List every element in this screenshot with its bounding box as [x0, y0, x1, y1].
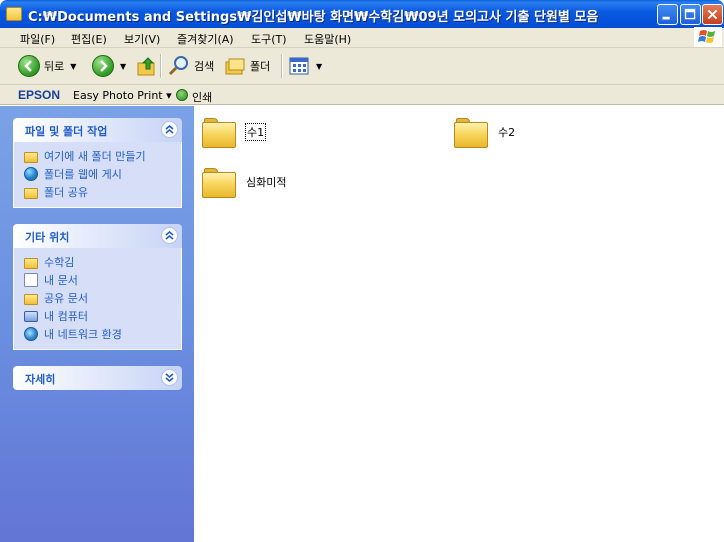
search-label: 검색 [194, 60, 215, 73]
double-chevron-up-icon [165, 125, 174, 134]
panel-header[interactable]: 파일 및 폴더 작업 [13, 118, 182, 142]
title-bar: C:₩Documents and Settings₩김인섭₩바탕 화면₩수학김₩… [0, 0, 724, 30]
folder-name: 수2 [498, 126, 516, 139]
search-button[interactable]: 검색 [168, 53, 214, 79]
chevron-down-icon[interactable]: ▼ [70, 62, 76, 71]
folder-item[interactable]: 심화미적 [202, 166, 286, 198]
other-places-panel: 기타 위치 수학김 내 문서 공유 문서 내 컴퓨터 내 네트워크 환경 [13, 224, 182, 350]
my-documents-icon [24, 273, 38, 287]
close-button[interactable] [702, 4, 723, 25]
new-folder-link[interactable]: 여기에 새 폴더 만들기 [24, 147, 181, 165]
forward-button[interactable]: ▼ [92, 53, 126, 79]
windows-logo [694, 27, 722, 47]
details-panel: 자세히 [13, 366, 182, 390]
panel-body: 수학김 내 문서 공유 문서 내 컴퓨터 내 네트워크 환경 [13, 248, 182, 350]
maximize-button[interactable] [680, 4, 701, 25]
window-title: C:₩Documents and Settings₩김인섭₩바탕 화면₩수학김₩… [28, 10, 599, 25]
folder-item[interactable]: 수1 [202, 116, 267, 148]
expand-button[interactable] [161, 369, 178, 386]
minimize-button[interactable] [657, 4, 678, 25]
my-computer-icon [24, 310, 38, 322]
new-folder-icon [24, 151, 38, 163]
link-label: 내 컴퓨터 [44, 310, 88, 323]
folder-icon [202, 166, 236, 198]
menu-view[interactable]: 보기(V) [124, 31, 160, 47]
folders-icon [225, 58, 245, 75]
easy-photo-print-button[interactable]: Easy Photo Print ▾ [73, 89, 172, 102]
menu-tools[interactable]: 도구(T) [251, 31, 287, 47]
toolbar-separator [160, 54, 161, 78]
place-link[interactable]: 수학김 [24, 253, 181, 271]
epson-logo: EPSON [18, 88, 61, 102]
link-label: 폴더 공유 [44, 186, 88, 199]
place-link[interactable]: 내 문서 [24, 271, 181, 289]
globe-icon [24, 167, 38, 181]
double-chevron-down-icon [165, 373, 174, 382]
forward-arrow-icon [92, 55, 114, 77]
link-label: 수학김 [44, 256, 75, 269]
epson-toolbar: EPSON Easy Photo Print ▾ 인쇄 [0, 85, 724, 105]
easy-photo-print-label: Easy Photo Print [73, 89, 163, 102]
double-chevron-up-icon [165, 231, 174, 240]
chevron-down-icon[interactable]: ▼ [120, 62, 126, 71]
menu-help[interactable]: 도움말(H) [304, 31, 351, 47]
panel-header[interactable]: 기타 위치 [13, 224, 182, 248]
folder-name: 수1 [244, 123, 267, 141]
minimize-icon [662, 16, 670, 20]
panel-title: 자세히 [25, 373, 56, 386]
folders-label: 폴더 [250, 60, 271, 73]
print-label[interactable]: 인쇄 [192, 89, 212, 105]
menu-edit[interactable]: 편집(E) [71, 31, 107, 47]
panel-title: 기타 위치 [25, 231, 70, 244]
share-folder-link[interactable]: 폴더 공유 [24, 183, 181, 201]
place-link[interactable]: 내 컴퓨터 [24, 307, 181, 325]
shared-folder-icon [24, 187, 38, 199]
panel-title: 파일 및 폴더 작업 [25, 125, 108, 138]
back-button[interactable]: 뒤로 ▼ [18, 53, 76, 79]
file-folder-tasks-panel: 파일 및 폴더 작업 여기에 새 폴더 만들기 폴더를 웹에 게시 폴더 공유 [13, 118, 182, 208]
toolbar-separator [281, 54, 282, 78]
task-pane: 파일 및 폴더 작업 여기에 새 폴더 만들기 폴더를 웹에 게시 폴더 공유 … [0, 106, 194, 542]
folder-icon [454, 116, 488, 148]
back-label: 뒤로 [44, 60, 65, 73]
link-label: 공유 문서 [44, 292, 88, 305]
place-link[interactable]: 내 네트워크 환경 [24, 325, 181, 343]
views-icon [289, 57, 309, 75]
network-places-icon [24, 327, 38, 341]
chevron-down-icon[interactable]: ▼ [316, 62, 322, 71]
search-icon [168, 56, 188, 76]
panel-header[interactable]: 자세히 [13, 366, 182, 390]
publish-to-web-link[interactable]: 폴더를 웹에 게시 [24, 165, 181, 183]
shared-documents-icon [24, 293, 38, 305]
menu-file[interactable]: 파일(F) [20, 31, 55, 47]
collapse-button[interactable] [161, 121, 178, 138]
place-link[interactable]: 공유 문서 [24, 289, 181, 307]
toolbar: 뒤로 ▼ ▼ 검색 폴더 ▼ [0, 48, 724, 85]
up-folder-button[interactable] [136, 53, 158, 79]
panel-body: 여기에 새 폴더 만들기 폴더를 웹에 게시 폴더 공유 [13, 142, 182, 208]
up-folder-icon [137, 57, 155, 76]
windows-flag-icon [698, 30, 715, 43]
folder-icon [6, 7, 22, 21]
folder-name: 심화미적 [246, 176, 287, 189]
views-button[interactable]: ▼ [288, 53, 322, 79]
maximize-icon [684, 8, 696, 20]
link-label: 폴더를 웹에 게시 [44, 168, 122, 181]
close-icon [707, 9, 718, 20]
menu-bar: 파일(F) 편집(E) 보기(V) 즐겨찾기(A) 도구(T) 도움말(H) [0, 28, 724, 48]
folder-icon [24, 257, 38, 269]
collapse-button[interactable] [161, 227, 178, 244]
link-label: 내 문서 [44, 274, 78, 287]
back-arrow-icon [18, 55, 40, 77]
folder-item[interactable]: 수2 [454, 116, 515, 148]
folder-icon [202, 116, 236, 148]
link-label: 여기에 새 폴더 만들기 [44, 150, 146, 163]
link-label: 내 네트워크 환경 [44, 328, 122, 341]
folders-button[interactable]: 폴더 [224, 53, 270, 79]
file-view: 수1 수2 심화미적 [194, 106, 724, 542]
menu-favorites[interactable]: 즐겨찾기(A) [177, 31, 234, 47]
print-icon[interactable] [176, 89, 188, 101]
